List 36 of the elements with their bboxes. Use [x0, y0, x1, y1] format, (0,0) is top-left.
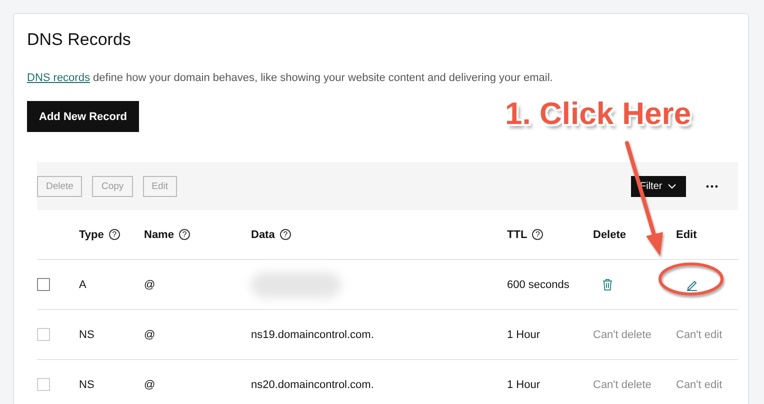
column-header: Type [79, 228, 104, 240]
row-checkbox[interactable] [37, 278, 50, 291]
description-text: DNS records define how your domain behaves, like showing your website content and delivering your email. [27, 71, 554, 85]
pencil-icon[interactable] [686, 278, 698, 290]
table-cell: Can't delete [593, 378, 652, 390]
column-header: Name [144, 228, 174, 240]
add-record-button[interactable]: Add New Record [27, 101, 140, 132]
table-cell: NS [79, 328, 94, 340]
table-cell: 1 Hour [507, 378, 540, 390]
table-cell: Can't edit [676, 378, 722, 390]
table-cell: ns20.domaincontrol.com. [251, 378, 374, 390]
table-cell: 600 seconds [507, 278, 570, 290]
table-cell: A [79, 278, 86, 290]
column-header: Data [251, 228, 275, 240]
help-button[interactable]: ? [280, 229, 291, 240]
column-header: TTL [507, 228, 528, 240]
table-cell: 1 Hour [507, 328, 540, 340]
column-header: Edit [676, 228, 697, 240]
table-cell: @ [144, 378, 156, 390]
annotation-text: 1. Click Here [505, 96, 692, 132]
highlight-ellipse [658, 262, 724, 296]
help-button[interactable]: ? [532, 229, 544, 240]
column-header: Delete [593, 228, 626, 240]
caret-icon [668, 184, 676, 188]
help-button[interactable]: ? [108, 229, 120, 240]
table-cell: NS [79, 378, 94, 390]
trash-icon[interactable] [602, 278, 613, 291]
page-title: DNS Records [27, 29, 131, 51]
more-icon[interactable] [706, 184, 718, 188]
table-cell: Can't delete [593, 328, 652, 340]
table-cell: ns19.domaincontrol.com. [251, 328, 374, 340]
dns-records-link[interactable]: DNS records [27, 72, 90, 84]
table-cell: Can't edit [676, 328, 722, 340]
table-cell: @ [144, 278, 156, 290]
help-button[interactable]: ? [178, 229, 190, 240]
table-cell: @ [144, 328, 156, 340]
